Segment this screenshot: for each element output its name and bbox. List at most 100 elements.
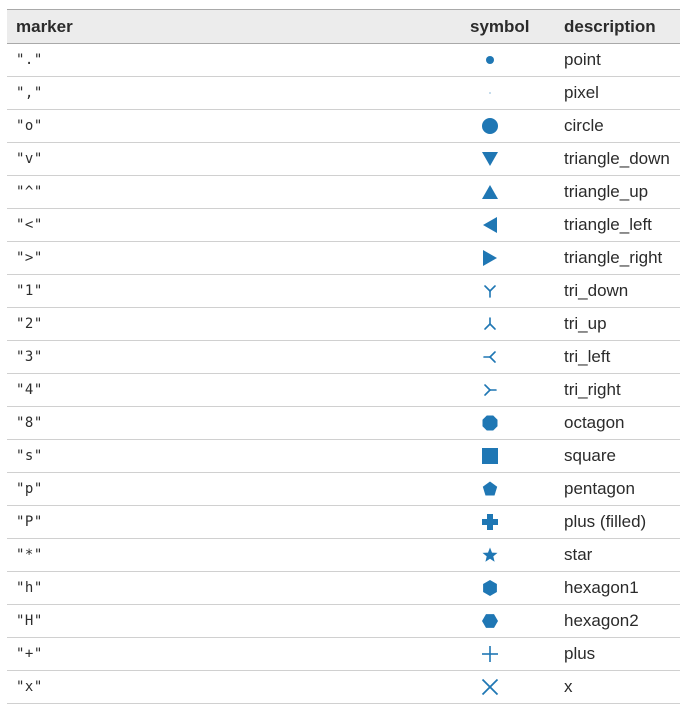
marker-description: triangle_right (564, 248, 663, 267)
table-row: "1" tri_down (7, 275, 680, 308)
table-row: "v" triangle_down (7, 143, 680, 176)
tri-down-marker-icon (484, 285, 496, 298)
marker-code: "4" (16, 382, 43, 398)
marker-description: tri_right (564, 380, 621, 399)
marker-description: tri_left (564, 347, 611, 366)
marker-reference-table-wrapper: marker symbol description "." point "," pix… (7, 9, 680, 704)
marker-description: pentagon (564, 479, 635, 498)
symbol-cell (458, 242, 557, 275)
table-header-row: marker symbol description (7, 9, 680, 44)
marker-code: "2" (16, 316, 43, 332)
column-header-description: description (564, 16, 656, 36)
tri-up-marker-icon (484, 317, 496, 330)
table-row: "^" triangle_up (7, 176, 680, 209)
table-row: "o" circle (7, 110, 680, 143)
marker-code: "8" (16, 415, 43, 431)
marker-code: ">" (16, 250, 43, 266)
table-row: "+" plus (7, 638, 680, 671)
point-marker-icon (486, 56, 494, 64)
table-row: "3" tri_left (7, 341, 680, 374)
x-marker-icon (481, 678, 499, 696)
plus-filled-marker-icon (482, 514, 498, 530)
marker-description: point (564, 50, 601, 69)
table-row: "2" tri_up (7, 308, 680, 341)
table-row: "<" triangle_left (7, 209, 680, 242)
triangle-down-marker-icon (482, 152, 498, 166)
octagon-marker-icon (482, 415, 498, 431)
symbol-cell (458, 209, 557, 242)
table-row: "s" square (7, 440, 680, 473)
symbol-cell (458, 440, 557, 473)
table-row: "p" pentagon (7, 473, 680, 506)
marker-description: hexagon2 (564, 611, 639, 630)
triangle-left-marker-icon (483, 217, 497, 233)
marker-code: "^" (16, 184, 43, 200)
symbol-cell (458, 374, 557, 407)
marker-description: circle (564, 116, 604, 135)
symbol-cell (458, 44, 557, 77)
marker-description: x (564, 677, 573, 696)
marker-code: "h" (16, 580, 43, 596)
column-header-symbol: symbol (470, 16, 530, 36)
triangle-up-marker-icon (482, 185, 498, 199)
symbol-cell (458, 473, 557, 506)
symbol-cell (458, 341, 557, 374)
marker-description: plus (filled) (564, 512, 647, 531)
marker-description: star (564, 545, 593, 564)
circle-marker-icon (482, 118, 498, 134)
table-row: "8" octagon (7, 407, 680, 440)
hexagon2-marker-icon (482, 614, 498, 628)
marker-code: "." (16, 52, 43, 68)
marker-reference-table: marker symbol description "." point "," pix… (7, 9, 680, 704)
symbol-cell (458, 572, 557, 605)
marker-code: "," (16, 85, 43, 101)
pentagon-marker-icon (482, 481, 498, 496)
table-row: "x" x (7, 671, 680, 704)
marker-description: plus (564, 644, 596, 663)
triangle-right-marker-icon (483, 250, 497, 266)
table-row: "*" star (7, 539, 680, 572)
symbol-cell (458, 110, 557, 143)
symbol-cell (458, 143, 557, 176)
symbol-cell (458, 638, 557, 671)
marker-description: tri_up (564, 314, 607, 333)
marker-description: triangle_down (564, 149, 670, 168)
marker-description: hexagon1 (564, 578, 639, 597)
plus-marker-icon (482, 646, 498, 662)
tri-left-marker-icon (483, 351, 496, 363)
star-marker-icon (482, 547, 498, 562)
table-row: "P" plus (filled) (7, 506, 680, 539)
marker-description: octagon (564, 413, 625, 432)
marker-code: "v" (16, 151, 43, 167)
symbol-cell (458, 605, 557, 638)
marker-code: "*" (16, 547, 43, 563)
symbol-cell (458, 308, 557, 341)
marker-code: "p" (16, 481, 43, 497)
marker-description: pixel (564, 83, 599, 102)
symbol-cell (458, 275, 557, 308)
symbol-cell (458, 77, 557, 110)
table-row: "." point (7, 44, 680, 77)
pixel-marker-icon (489, 92, 491, 94)
column-header-marker: marker (16, 16, 73, 36)
marker-code: "<" (16, 217, 43, 233)
table-row: ">" triangle_right (7, 242, 680, 275)
tri-right-marker-icon (484, 384, 497, 396)
hexagon1-marker-icon (483, 580, 497, 596)
marker-code: "P" (16, 514, 43, 530)
marker-code: "+" (16, 646, 43, 662)
marker-code: "s" (16, 448, 43, 464)
marker-code: "1" (16, 283, 43, 299)
marker-code: "3" (16, 349, 43, 365)
marker-description: triangle_left (564, 215, 652, 234)
marker-code: "o" (16, 118, 43, 134)
table-row: "h" hexagon1 (7, 572, 680, 605)
marker-description: triangle_up (564, 182, 649, 201)
marker-code: "H" (16, 613, 43, 629)
square-marker-icon (482, 448, 498, 464)
symbol-cell (458, 671, 557, 704)
symbol-cell (458, 407, 557, 440)
table-row: "4" tri_right (7, 374, 680, 407)
table-row: "," pixel (7, 77, 680, 110)
symbol-cell (458, 176, 557, 209)
